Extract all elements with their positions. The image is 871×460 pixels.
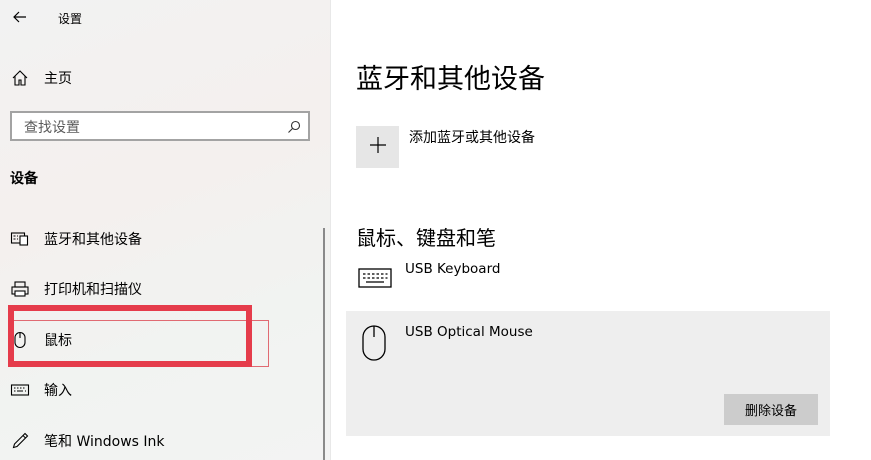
nav-home-label: 主页	[44, 71, 72, 87]
page-title: 蓝牙和其他设备	[356, 64, 545, 95]
window-title: 设置	[58, 12, 83, 26]
keyboard-icon	[358, 266, 392, 290]
sidebar-item-pen[interactable]: 笔和 Windows Ink	[10, 429, 165, 453]
home-icon	[10, 68, 30, 88]
search-input[interactable]	[22, 118, 276, 138]
sidebar-item-typing[interactable]: 输入	[10, 378, 72, 402]
sidebar-item-label: 笔和 Windows Ink	[44, 434, 165, 450]
printer-icon	[10, 279, 30, 299]
sidebar-item-label: 蓝牙和其他设备	[44, 232, 142, 248]
section-title-mouse-keyboard-pen: 鼠标、键盘和笔	[356, 226, 496, 250]
sidebar-item-printers[interactable]: 打印机和扫描仪	[10, 277, 142, 301]
section-title-devices: 设备	[10, 171, 38, 187]
remove-device-button[interactable]: 删除设备	[724, 394, 818, 425]
device-name: USB Keyboard	[405, 261, 501, 277]
annotation-highlight-box	[8, 305, 252, 367]
device-item-mouse[interactable]: USB Optical Mouse 删除设备	[346, 311, 830, 436]
search-icon[interactable]	[287, 119, 301, 133]
plus-icon	[369, 136, 387, 158]
device-item-keyboard[interactable]: USB Keyboard	[356, 260, 826, 300]
mouse-icon	[360, 323, 388, 363]
pane-divider	[330, 0, 331, 460]
add-device-button[interactable]	[356, 126, 399, 168]
bluetooth-devices-icon	[10, 229, 30, 249]
keyboard-icon	[10, 380, 30, 400]
search-box[interactable]	[10, 111, 310, 141]
sidebar-scrollbar[interactable]	[323, 228, 325, 460]
add-device-label[interactable]: 添加蓝牙或其他设备	[409, 127, 535, 147]
pen-icon	[10, 431, 30, 451]
settings-sidebar: 设置 主页 设备 蓝牙和其他设备 打印机和扫描仪 鼠标 输入	[0, 0, 330, 460]
sidebar-item-label: 打印机和扫描仪	[44, 282, 142, 298]
back-arrow-icon[interactable]	[10, 7, 30, 27]
nav-home[interactable]: 主页	[10, 66, 72, 90]
sidebar-item-bluetooth[interactable]: 蓝牙和其他设备	[10, 227, 142, 251]
device-name: USB Optical Mouse	[405, 324, 533, 340]
sidebar-item-label: 输入	[44, 383, 72, 399]
